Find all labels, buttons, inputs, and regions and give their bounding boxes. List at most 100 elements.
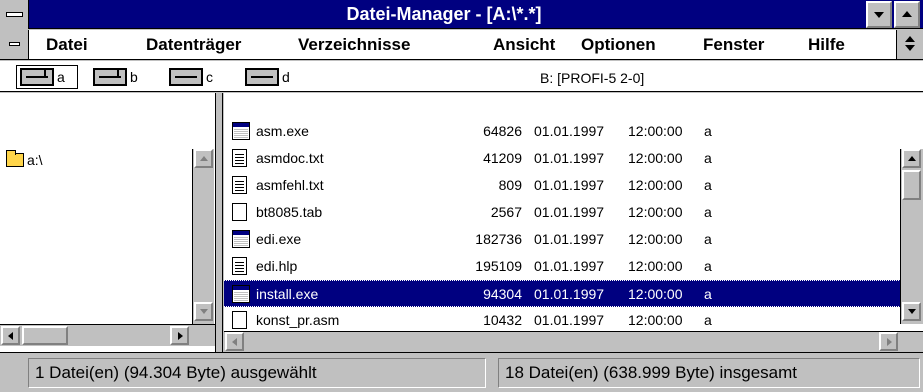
arrow-left-icon <box>232 338 237 346</box>
file-time: 12:00:00 <box>628 177 683 193</box>
document-icon <box>232 149 247 167</box>
menu-ansicht[interactable]: Ansicht <box>493 30 555 59</box>
hard-drive-icon <box>169 68 203 86</box>
file-scroll-right-button[interactable] <box>879 332 898 351</box>
file-scroll-thumb[interactable] <box>902 170 921 200</box>
file-time: 12:00:00 <box>628 204 683 220</box>
menu-verzeichnisse[interactable]: Verzeichnisse <box>298 30 410 59</box>
file-row[interactable]: bt8085.tab 2567 01.01.1997 12:00:00 a <box>224 199 900 226</box>
file-time: 12:00:00 <box>628 150 683 166</box>
file-size: 809 <box>498 177 522 193</box>
file-attributes: a <box>704 231 712 247</box>
file-size: 195109 <box>475 258 522 274</box>
document-system-menu-button[interactable] <box>0 30 29 59</box>
maximize-button[interactable] <box>894 1 920 28</box>
menu-hilfe[interactable]: Hilfe <box>808 30 845 59</box>
document-icon <box>232 176 247 194</box>
file-row[interactable]: asmdoc.txt 41209 01.01.1997 12:00:00 a <box>224 145 900 172</box>
menu-bar: Datei Datenträger Verzeichnisse Ansicht … <box>0 30 923 60</box>
file-date: 01.01.1997 <box>534 258 605 274</box>
file-attributes: a <box>704 123 712 139</box>
file-row[interactable]: install.exe 94304 01.01.1997 12:00:00 a <box>224 280 900 307</box>
tree-scroll-up-button[interactable] <box>194 149 213 168</box>
tree-scroll-thumb[interactable] <box>22 326 68 345</box>
split-bar[interactable] <box>216 93 223 352</box>
file-name: konst_pr.asm <box>256 312 340 328</box>
file-size: 182736 <box>475 231 522 247</box>
tree-horizontal-scrollbar[interactable] <box>0 324 215 346</box>
arrow-down-icon <box>200 309 208 314</box>
menu-datentraeger[interactable]: Datenträger <box>146 30 241 59</box>
status-selected: 1 Datei(en) (94.304 Byte) ausgewählt <box>28 358 486 388</box>
file-attributes: a <box>704 286 712 302</box>
system-menu-button[interactable] <box>0 0 29 29</box>
drive-c[interactable]: c <box>166 65 228 89</box>
open-folder-icon <box>6 150 24 167</box>
document-system-menu-icon <box>9 42 20 46</box>
file-name: asmfehl.txt <box>256 177 324 193</box>
file-row[interactable]: edi.exe 182736 01.01.1997 12:00:00 a <box>224 226 900 253</box>
arrow-down-icon <box>908 309 916 314</box>
exe-icon <box>232 285 250 303</box>
file-date: 01.01.1997 <box>534 123 605 139</box>
window-title: Datei-Manager - [A:\*.*] <box>346 4 542 24</box>
tree-scroll-left-button[interactable] <box>1 326 20 345</box>
file-name: edi.hlp <box>256 258 298 274</box>
menu-fenster[interactable]: Fenster <box>703 30 764 59</box>
file-date: 01.01.1997 <box>534 312 605 328</box>
file-size: 2567 <box>490 204 522 220</box>
file-size: 64826 <box>483 123 522 139</box>
tree-scroll-right-button[interactable] <box>170 326 189 345</box>
tree-vertical-scrollbar[interactable] <box>192 149 214 324</box>
file-row[interactable]: asmfehl.txt 809 01.01.1997 12:00:00 a <box>224 172 900 199</box>
maximize-icon <box>902 11 912 17</box>
file-horizontal-scrollbar[interactable] <box>224 331 923 352</box>
file-time: 12:00:00 <box>628 286 683 302</box>
file-date: 01.01.1997 <box>534 204 605 220</box>
drive-d[interactable]: d <box>242 65 304 89</box>
file-time: 12:00:00 <box>628 123 683 139</box>
file-size: 10432 <box>483 312 522 328</box>
minimize-icon <box>874 12 884 18</box>
status-bar: 1 Datei(en) (94.304 Byte) ausgewählt 18 … <box>0 352 923 392</box>
file-size: 94304 <box>483 286 522 302</box>
file-scroll-up-button[interactable] <box>902 149 921 168</box>
file-row[interactable]: asm.exe 64826 01.01.1997 12:00:00 a <box>224 118 900 145</box>
file-name: edi.exe <box>256 231 302 247</box>
file-scroll-down-button[interactable] <box>902 302 921 321</box>
file-scroll-left-button[interactable] <box>225 332 244 351</box>
hard-drive-icon <box>245 68 279 86</box>
file-vertical-scrollbar[interactable] <box>900 149 923 324</box>
minimize-button[interactable] <box>866 1 892 28</box>
menu-optionen[interactable]: Optionen <box>581 30 656 59</box>
drive-b[interactable]: b <box>90 65 152 89</box>
file-time: 12:00:00 <box>628 231 683 247</box>
drive-letter: b <box>130 69 138 85</box>
file-attributes: a <box>704 258 712 274</box>
file-date: 01.01.1997 <box>534 286 605 302</box>
tree-pane: a:\ <box>0 93 216 352</box>
menu-datei[interactable]: Datei <box>46 30 88 59</box>
tree-root-item[interactable]: a:\ <box>6 150 43 168</box>
restore-button[interactable] <box>896 30 923 59</box>
volume-label: B: [PROFI-5 2-0] <box>540 70 645 86</box>
drive-a[interactable]: a <box>16 65 78 89</box>
file-row[interactable]: konst_pr.asm 10432 01.01.1997 12:00:00 a <box>224 307 900 331</box>
file-date: 01.01.1997 <box>534 177 605 193</box>
file-name: asm.exe <box>256 123 309 139</box>
file-name: install.exe <box>256 286 319 302</box>
file-attributes: a <box>704 204 712 220</box>
file-icon <box>232 203 247 221</box>
arrow-left-icon <box>8 332 13 340</box>
floppy-drive-icon <box>20 68 54 86</box>
drive-letter: c <box>206 69 213 85</box>
drive-bar: a b c d B: [PROFI-5 2-0] <box>0 61 923 92</box>
tree-scroll-down-button[interactable] <box>194 302 213 321</box>
file-attributes: a <box>704 150 712 166</box>
drive-letter: a <box>57 69 65 85</box>
file-row[interactable]: edi.hlp 195109 01.01.1997 12:00:00 a <box>224 253 900 280</box>
file-time: 12:00:00 <box>628 258 683 274</box>
arrow-up-icon <box>908 156 916 161</box>
restore-down-icon <box>905 45 915 51</box>
status-total: 18 Datei(en) (638.999 Byte) insgesamt <box>498 358 920 388</box>
